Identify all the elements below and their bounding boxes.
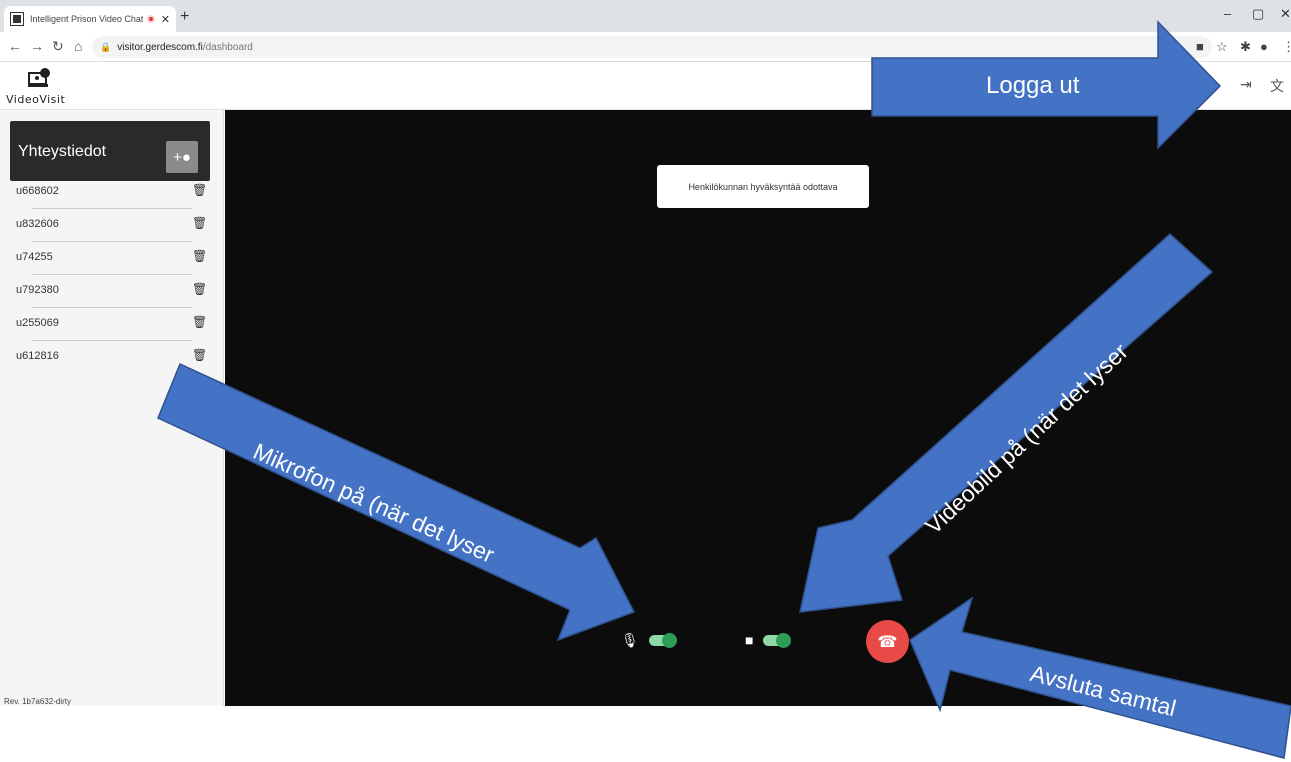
contacts-title: Yhteystiedot <box>18 143 107 160</box>
microphone-toggle[interactable] <box>648 633 677 648</box>
contact-item[interactable]: u668602 🗑 <box>0 176 224 209</box>
url-host: visitor.gerdescom.fi <box>117 41 203 53</box>
contacts-header: Yhteystiedot +● <box>10 121 210 181</box>
back-icon[interactable]: ← <box>8 38 22 54</box>
translate-icon[interactable]: 文 <box>1270 76 1284 96</box>
trash-icon[interactable]: 🗑 <box>192 183 207 197</box>
home-icon[interactable]: ⌂ <box>74 38 82 54</box>
microphone-control[interactable]: 🎙 <box>621 632 677 649</box>
address-bar[interactable]: 🔒 visitor.gerdescom.fi/dashboard <box>92 36 1212 58</box>
video-camera-icon: ■ <box>745 632 754 648</box>
new-tab-icon[interactable]: + <box>180 8 189 26</box>
toggle-knob <box>776 632 792 648</box>
browser-tab[interactable]: Intelligent Prison Video Chat ✕ <box>4 6 176 32</box>
trash-icon[interactable]: 🗑 <box>192 282 207 296</box>
contact-item[interactable]: u792380 🗑 <box>0 275 224 308</box>
browser-toolbar: ← → ↻ ⌂ 🔒 visitor.gerdescom.fi/dashboard… <box>0 32 1291 62</box>
extensions-icon[interactable]: ✱ <box>1240 39 1251 55</box>
camera-toggle[interactable] <box>763 632 792 648</box>
contact-name[interactable]: u255069 <box>16 317 59 329</box>
reload-icon[interactable]: ↻ <box>52 38 64 55</box>
tab-title: Intelligent Prison Video Chat <box>30 14 143 24</box>
camera-control[interactable]: ■ <box>745 632 792 648</box>
logout-annotation-label: Logga ut <box>986 72 1080 99</box>
contact-item[interactable]: u832606 🗑 <box>0 209 224 242</box>
contact-name[interactable]: u612816 <box>16 350 59 362</box>
trash-icon[interactable]: 🗑 <box>192 348 207 362</box>
maximize-icon[interactable]: ▢ <box>1252 6 1264 22</box>
phone-hangup-icon: ☎ <box>877 633 898 651</box>
trash-icon[interactable]: 🗑 <box>192 216 207 230</box>
contact-name[interactable]: u668602 <box>16 185 59 197</box>
bookmark-star-icon[interactable]: ☆ <box>1216 39 1228 55</box>
contact-list: u668602 🗑 u832606 🗑 u74255 🗑 u792380 🗑 u… <box>0 176 224 374</box>
add-contact-button[interactable]: +● <box>166 141 198 173</box>
videovisit-logo: VideoVisit <box>6 68 96 108</box>
contacts-sidebar: Yhteystiedot +● u668602 🗑 u832606 🗑 u742… <box>0 110 224 706</box>
hangup-button[interactable]: ☎ <box>866 620 909 663</box>
tab-close-icon[interactable]: ✕ <box>161 13 170 26</box>
trash-icon[interactable]: 🗑 <box>192 249 207 263</box>
revision-label: Rev. 1b7a632-dirty <box>4 697 71 706</box>
window-close-icon[interactable]: ✕ <box>1280 6 1291 22</box>
minimize-icon[interactable]: – <box>1224 6 1231 21</box>
toggle-knob <box>661 633 677 648</box>
forward-icon[interactable]: → <box>30 38 44 54</box>
url-path: /dashboard <box>202 41 253 53</box>
contact-item[interactable]: u74255 🗑 <box>0 242 224 275</box>
logo-icon <box>28 68 50 87</box>
video-area: Henkilökunnan hyväksyntää odottava 🎙 ■ ☎ <box>225 110 1291 706</box>
contact-item[interactable]: u612816 🗑 <box>0 341 224 374</box>
contact-item[interactable]: u255069 🗑 <box>0 308 224 341</box>
waiting-approval-toast: Henkilökunnan hyväksyntää odottava <box>657 165 869 208</box>
logo-text: VideoVisit <box>6 93 66 106</box>
microphone-icon: 🎙 <box>621 632 639 648</box>
site-favicon-icon <box>10 12 24 26</box>
add-person-icon: +● <box>173 148 191 166</box>
trash-icon[interactable]: 🗑 <box>192 315 207 329</box>
profile-icon[interactable]: ● <box>1260 39 1268 54</box>
browser-menu-icon[interactable]: ⋮ <box>1282 39 1291 55</box>
camera-indicator-icon[interactable]: ■ <box>1196 39 1204 54</box>
contact-name[interactable]: u832606 <box>16 218 59 230</box>
contact-name[interactable]: u792380 <box>16 284 59 296</box>
logout-icon[interactable]: ⇥ <box>1240 76 1252 93</box>
contact-name[interactable]: u74255 <box>16 251 53 263</box>
lock-icon: 🔒 <box>100 41 112 52</box>
browser-tabstrip: Intelligent Prison Video Chat ✕ + – ▢ ✕ <box>0 0 1291 32</box>
recording-indicator-icon <box>146 15 155 23</box>
app-header: VideoVisit ⇥ 文 <box>0 62 1291 110</box>
